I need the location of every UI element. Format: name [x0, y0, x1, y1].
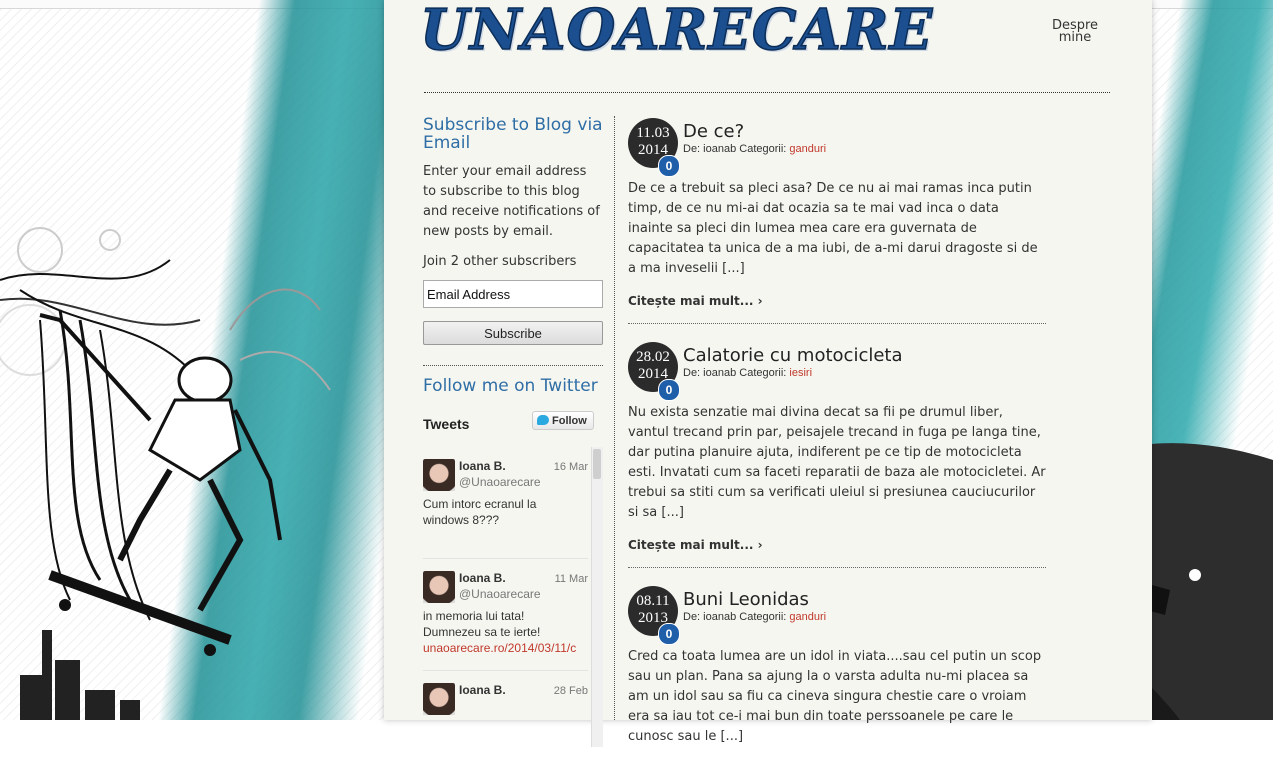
tweet-date[interactable]: 11 Mar: [555, 573, 588, 585]
comment-count-badge[interactable]: 0: [658, 623, 680, 645]
post-author-prefix: De: ioanab Categorii:: [683, 367, 787, 379]
follow-button-label: Follow: [552, 415, 587, 427]
twitter-scrollbar[interactable]: [591, 447, 603, 747]
comment-count-badge[interactable]: 0: [658, 155, 680, 177]
post-date-day: 28.02: [636, 349, 670, 365]
subscriber-count: Join 2 other subscribers: [423, 254, 577, 269]
tweets-label: Tweets: [423, 416, 470, 432]
site-logo[interactable]: UNAOARECARE: [419, 0, 933, 61]
post-excerpt: Cred ca toata lumea are un idol in viata…: [628, 649, 1042, 744]
tweet-text-block: in memoria lui tata! Dumnezeu sa te iert…: [423, 608, 585, 656]
avatar[interactable]: [423, 571, 455, 603]
posts-list: 11.03 2014 0 De ce? De: ioanab Categorii…: [628, 116, 1046, 747]
post-divider: [628, 567, 1046, 568]
twitter-scrollbar-thumb[interactable]: [593, 449, 601, 479]
post-date-day: 11.03: [636, 125, 670, 141]
post-meta: De: ioanab Categorii: iesiri: [628, 367, 1046, 403]
post-excerpt: Nu exista senzatie mai divina decat sa f…: [628, 405, 1046, 520]
tweet-date[interactable]: 16 Mar: [554, 461, 588, 473]
post-title[interactable]: De ce?: [628, 116, 1046, 143]
tweet-author-handle[interactable]: @Unaoarecare: [459, 475, 541, 489]
tweet-link[interactable]: unaoarecare.ro/2014/03/11/c: [423, 640, 581, 656]
tweet-text: Cum intorc ecranul la windows 8???: [423, 497, 537, 527]
post-item: 11.03 2014 0 De ce? De: ioanab Categorii…: [628, 116, 1046, 324]
comment-count-badge[interactable]: 0: [658, 379, 680, 401]
twitter-widget-title: Follow me on Twitter: [423, 376, 598, 396]
post-author-prefix: De: ioanab Categorii:: [683, 143, 787, 155]
tweet-item[interactable]: Ioana B. @Unaoarecare 11 Mar in memoria …: [423, 559, 588, 671]
follow-button[interactable]: Follow: [532, 411, 594, 430]
tweet-text: in memoria lui tata! Dumnezeu sa te iert…: [423, 609, 541, 639]
subscribe-description: Enter your email address to subscribe to…: [423, 164, 600, 239]
header-divider: [424, 92, 1110, 93]
tweet-item[interactable]: Ioana B. @Unaoarecare 16 Mar Cum intorc …: [423, 447, 588, 559]
post-item: 08.11 2013 0 Buni Leonidas De: ioanab Ca…: [628, 584, 1046, 747]
tweet-author-handle[interactable]: @Unaoarecare: [459, 587, 541, 601]
post-category-link[interactable]: iesiri: [789, 367, 812, 379]
post-author-prefix: De: ioanab Categorii:: [683, 611, 787, 623]
tweet-date[interactable]: 28 Feb: [554, 685, 588, 697]
email-input[interactable]: [423, 280, 603, 308]
subscribe-button[interactable]: Subscribe: [423, 321, 603, 345]
nav-about-link[interactable]: Despre mine: [1040, 19, 1110, 44]
post-title[interactable]: Calatorie cu motocicleta: [628, 340, 1046, 367]
page-container: UNAOARECARE Despre mine Subscribe to Blo…: [384, 0, 1152, 747]
post-date-day: 08.11: [636, 593, 670, 609]
tweet-author-name[interactable]: Ioana B.: [459, 459, 506, 473]
tweet-author-name[interactable]: Ioana B.: [459, 571, 506, 585]
post-divider: [628, 323, 1046, 324]
subscribe-widget-title: Subscribe to Blog via Email: [423, 115, 603, 153]
twitter-bird-icon: [537, 415, 549, 425]
post-meta: De: ioanab Categorii: ganduri: [628, 611, 1046, 647]
read-more-link[interactable]: Citește mai mult... ›: [628, 294, 763, 308]
tweet-item[interactable]: Ioana B. 28 Feb: [423, 671, 588, 782]
post-meta: De: ioanab Categorii: ganduri: [628, 143, 1046, 179]
sidebar-divider: [423, 365, 603, 366]
post-item: 28.02 2014 0 Calatorie cu motocicleta De…: [628, 340, 1046, 568]
twitter-timeline: Tweets Follow Ioana B. @Unaoarecare 16 M…: [423, 411, 603, 782]
tweet-author-name[interactable]: Ioana B.: [459, 683, 506, 697]
skater-illustration: [0, 227, 331, 720]
avatar[interactable]: [423, 459, 455, 491]
post-category-link[interactable]: ganduri: [789, 143, 826, 155]
read-more-link[interactable]: Citește mai mult... ›: [628, 538, 763, 552]
twitter-header: Tweets Follow: [423, 411, 603, 447]
post-excerpt: De ce a trebuit sa pleci asa? De ce nu a…: [628, 181, 1038, 276]
avatar[interactable]: [423, 683, 455, 715]
post-category-link[interactable]: ganduri: [789, 611, 826, 623]
post-title[interactable]: Buni Leonidas: [628, 584, 1046, 611]
column-divider: [614, 116, 615, 720]
sidebar: Subscribe to Blog via Email Enter your e…: [423, 116, 603, 782]
